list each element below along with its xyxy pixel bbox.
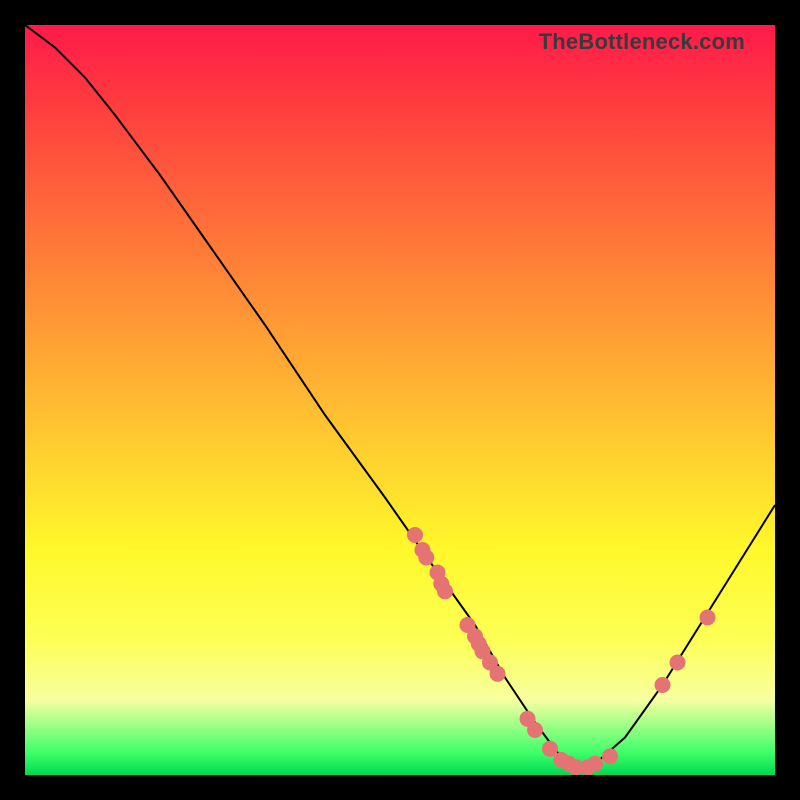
bottleneck-curve bbox=[25, 25, 775, 768]
chart-svg bbox=[25, 25, 775, 775]
data-point bbox=[670, 655, 686, 671]
data-point bbox=[700, 610, 716, 626]
data-point bbox=[437, 583, 453, 599]
data-point bbox=[418, 550, 434, 566]
data-point bbox=[602, 748, 618, 764]
chart-gradient-area: TheBottleneck.com bbox=[25, 25, 775, 775]
data-point bbox=[527, 722, 543, 738]
scatter-points bbox=[407, 527, 716, 775]
data-point bbox=[655, 677, 671, 693]
data-point bbox=[407, 527, 423, 543]
data-point bbox=[587, 756, 603, 772]
data-point bbox=[490, 666, 506, 682]
